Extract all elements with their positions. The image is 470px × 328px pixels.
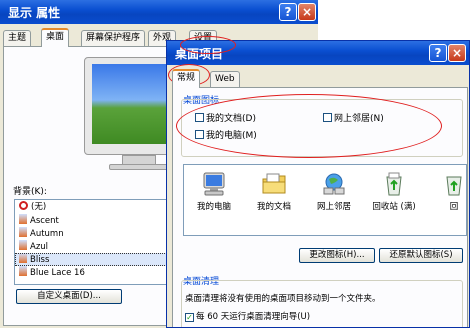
image-file-icon — [19, 214, 27, 224]
my-computer-icon[interactable] — [201, 171, 227, 197]
network-places-icon[interactable] — [321, 171, 347, 197]
dialog-help-button[interactable]: ? — [429, 44, 447, 62]
window-title: 显示 属性 — [8, 6, 61, 20]
annotation-oval-desktop-icons — [176, 94, 442, 158]
list-item[interactable]: Autumn — [15, 227, 173, 240]
icon-label-recycle-bin-empty: 回 — [449, 202, 459, 212]
list-item[interactable]: (无) — [15, 201, 173, 214]
annotation-oval-settings-tab — [180, 36, 236, 54]
tab-web[interactable]: Web — [210, 71, 240, 87]
cleanup-description: 桌面清理将没有使用的桌面项目移动到一个文件夹。 — [185, 294, 381, 304]
help-button[interactable]: ? — [279, 3, 297, 21]
run-cleanup-wizard-checkbox[interactable]: ✓ 每 60 天运行桌面清理向导(U) — [185, 310, 310, 322]
image-file-icon — [19, 227, 27, 237]
list-item-label: Bliss — [30, 255, 50, 265]
list-item-label: Ascent — [30, 216, 59, 226]
dialog-close-button[interactable]: × — [448, 44, 466, 62]
list-item-label: Autumn — [30, 229, 64, 239]
my-documents-icon[interactable] — [261, 171, 287, 197]
image-file-icon — [19, 253, 27, 263]
list-item-label: Azul — [30, 242, 49, 252]
monitor-base — [109, 164, 169, 170]
tab-desktop[interactable]: 桌面 — [41, 28, 70, 47]
list-item[interactable]: Blue Lace 16 — [15, 266, 173, 279]
background-label: 背景(K): — [13, 187, 47, 197]
recycle-bin-empty-icon[interactable] — [441, 171, 467, 197]
icon-label-recycle-bin-full: 回收站 (满) — [372, 202, 416, 212]
desktop-icon-list[interactable]: 我的电脑 我的文档 网上邻居 回收站 (满) 回 — [183, 164, 467, 236]
tab-themes[interactable]: 主题 — [3, 30, 32, 46]
list-item[interactable]: Azul — [15, 240, 173, 253]
restore-default-button[interactable]: 还原默认图标(S) — [379, 248, 463, 263]
desktop-items-dialog: 桌面项目 ? × 常规 Web 桌面图标 我的文档(D) 网上邻居(N) 我的电… — [166, 40, 470, 328]
icon-label-my-computer: 我的电脑 — [196, 202, 231, 212]
list-item[interactable]: Ascent — [15, 214, 173, 227]
tab-general[interactable]: 常规 — [172, 69, 201, 88]
recycle-bin-full-icon[interactable] — [381, 171, 407, 197]
list-item-label: Blue Lace 16 — [30, 268, 85, 278]
tab-screensaver[interactable]: 屏幕保护程序 — [81, 30, 146, 46]
checkbox-checked[interactable]: ✓ — [185, 313, 194, 322]
checkbox-label: 每 60 天运行桌面清理向导(U) — [196, 312, 311, 322]
icon-label-my-documents: 我的文档 — [256, 202, 291, 212]
customize-desktop-button[interactable]: 自定义桌面(D)... — [16, 289, 122, 304]
change-icon-button[interactable]: 更改图标(H)... — [299, 248, 375, 263]
icon-label-network-places: 网上邻居 — [316, 202, 351, 212]
image-file-icon — [19, 240, 27, 250]
display-properties-titlebar: 显示 属性 ? × — [0, 0, 318, 24]
none-icon — [19, 201, 28, 210]
list-item-selected[interactable]: Bliss — [15, 253, 173, 266]
background-list[interactable]: (无) Ascent Autumn Azul Bliss Blue Lace 1… — [14, 199, 174, 285]
dialog-tabs: 常规 Web — [172, 69, 292, 88]
list-item-label: (无) — [31, 202, 47, 212]
close-button[interactable]: × — [298, 3, 316, 21]
image-file-icon — [19, 266, 27, 276]
